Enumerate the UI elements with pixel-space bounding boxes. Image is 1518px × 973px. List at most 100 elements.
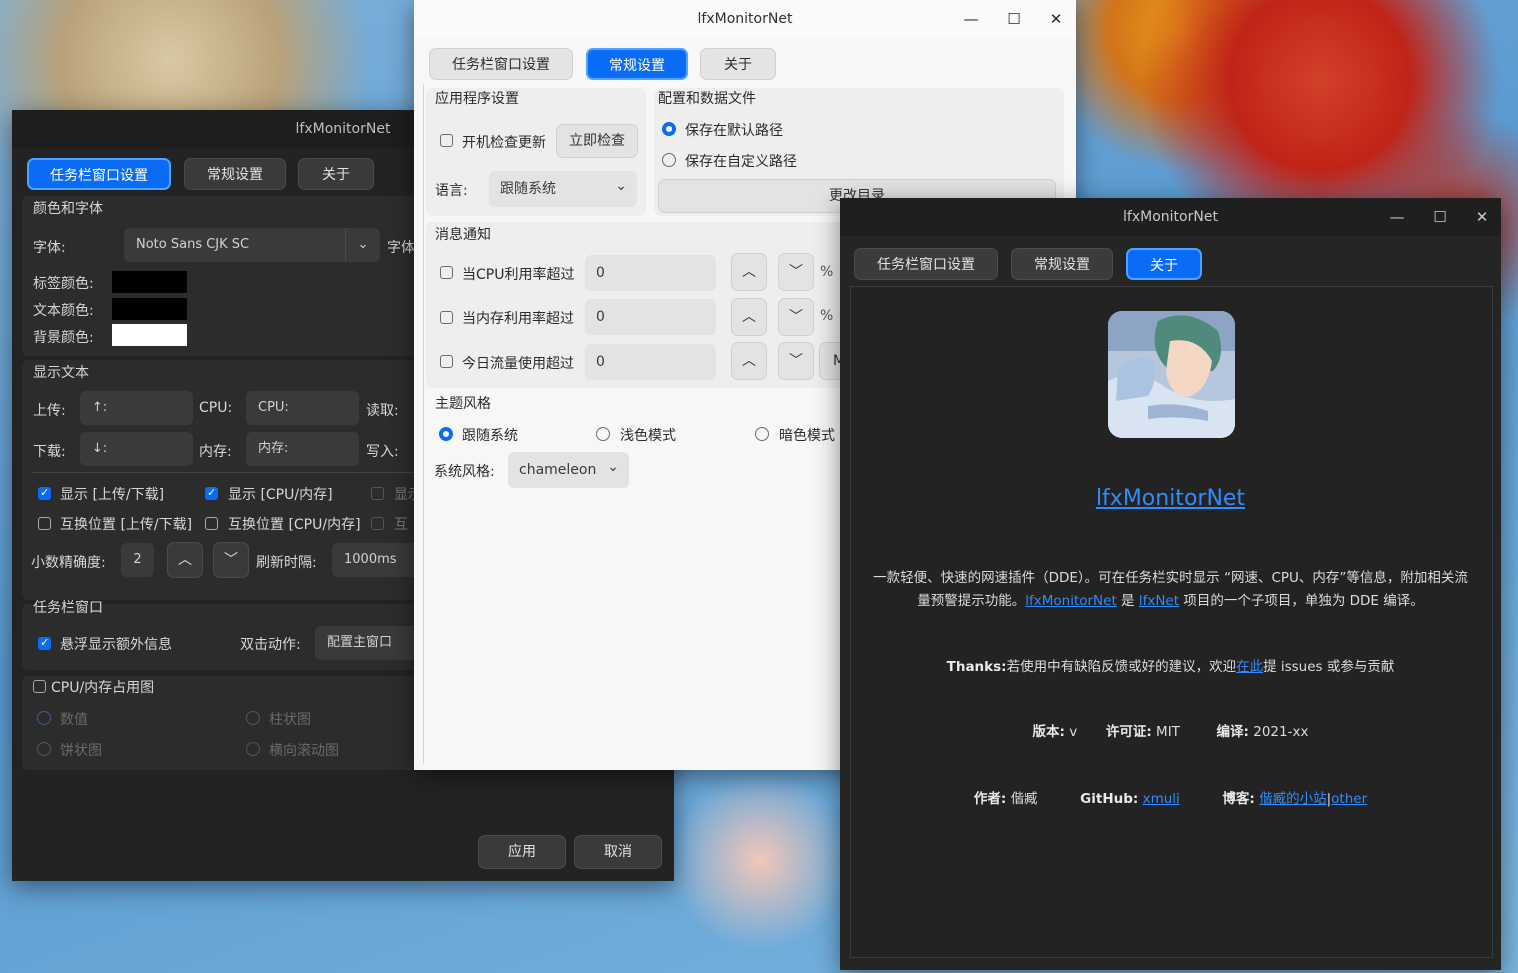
app-name-link[interactable]: lfxMonitorNet: [840, 486, 1501, 511]
style-select[interactable]: chameleon ⌄: [508, 452, 629, 488]
lfxnet-link[interactable]: lfxNet: [1139, 593, 1179, 609]
cpu-down-button[interactable]: ﹀: [778, 253, 814, 291]
theme-light-radio[interactable]: [596, 427, 610, 441]
theme-follow-label: 跟随系统: [462, 428, 518, 444]
opt-pie-radio[interactable]: [37, 742, 51, 756]
opt-bar-radio[interactable]: [246, 711, 260, 725]
github-link[interactable]: xmuli: [1143, 791, 1180, 807]
license-label: 许可证:: [1105, 724, 1152, 740]
decimal-label: 小数精确度:: [31, 555, 106, 571]
mem-over-input[interactable]: 0: [585, 299, 716, 335]
minimize-icon[interactable]: —: [951, 0, 991, 38]
tab-about[interactable]: 关于: [298, 158, 374, 190]
bg-color-swatch[interactable]: [112, 324, 187, 346]
theme-follow-radio[interactable]: [439, 427, 453, 441]
decimal-down-button[interactable]: ﹀: [213, 542, 249, 578]
chart-label: CPU/内存占用图: [51, 680, 155, 696]
font-value: Noto Sans CJK SC: [136, 237, 250, 252]
tab-taskbar-settings[interactable]: 任务栏窗口设置: [854, 248, 998, 280]
desc-text: 项目的一个子项目，单独为 DDE 编译。: [1179, 593, 1424, 609]
mem-over-checkbox[interactable]: [440, 311, 453, 324]
decimal-up-button[interactable]: ︿: [167, 542, 203, 578]
save-custom-label: 保存在自定义路径: [685, 154, 797, 170]
section-title: 配置和数据文件: [658, 91, 756, 107]
mem-input[interactable]: 内存:: [246, 432, 359, 466]
theme-dark-radio[interactable]: [755, 427, 769, 441]
tab-general-settings[interactable]: 常规设置: [184, 158, 286, 190]
tab-about[interactable]: 关于: [1126, 248, 1202, 280]
swap-more-checkbox[interactable]: [371, 517, 384, 530]
tab-general-settings[interactable]: 常规设置: [586, 48, 688, 80]
version-line: 版本: v 许可证: MIT 编译: 2021-xx: [840, 720, 1501, 740]
cpu-over-input[interactable]: 0: [585, 255, 716, 291]
section-title: 主题风格: [435, 396, 491, 412]
maximize-icon[interactable]: ☐: [994, 0, 1034, 38]
show-more-checkbox[interactable]: [371, 487, 384, 500]
divider: [32, 472, 427, 473]
traffic-over-input[interactable]: 0: [585, 344, 716, 380]
save-default-radio[interactable]: [662, 122, 676, 136]
download-input[interactable]: ↓:: [80, 432, 193, 466]
cpu-label: CPU:: [199, 400, 233, 416]
blog-label: 博客:: [1222, 791, 1255, 807]
license-value: MIT: [1156, 724, 1180, 740]
close-icon[interactable]: ✕: [1462, 198, 1501, 236]
maximize-icon[interactable]: ☐: [1420, 198, 1460, 236]
close-icon[interactable]: ✕: [1036, 0, 1076, 38]
issues-link[interactable]: 在此: [1236, 659, 1263, 675]
text-color-swatch[interactable]: [112, 298, 187, 320]
cpu-over-checkbox[interactable]: [440, 266, 453, 279]
hover-info-label: 悬浮显示额外信息: [60, 637, 172, 653]
blog-other-link[interactable]: other: [1331, 791, 1367, 807]
show-cpumem-checkbox[interactable]: [205, 486, 218, 500]
author-label: 作者:: [973, 791, 1007, 807]
opt-number-radio[interactable]: [37, 711, 51, 725]
apply-button[interactable]: 应用: [478, 835, 566, 869]
opt-scroll-label: 横向滚动图: [269, 743, 339, 759]
hover-info-checkbox[interactable]: [38, 636, 51, 650]
cancel-button[interactable]: 取消: [574, 835, 662, 869]
mem-over-label: 当内存利用率超过: [462, 311, 574, 327]
cpu-input[interactable]: CPU:: [246, 391, 359, 425]
save-custom-radio[interactable]: [662, 153, 676, 167]
opt-scroll-radio[interactable]: [246, 742, 260, 756]
section-title: 显示文本: [33, 365, 89, 381]
build-value: 2021-xx: [1253, 724, 1309, 740]
check-update-checkbox[interactable]: [440, 134, 453, 147]
mem-up-button[interactable]: ︿: [731, 298, 767, 336]
chevron-down-icon: ﹀: [789, 309, 803, 325]
style-label: 系统风格:: [434, 464, 495, 480]
tab-taskbar-settings[interactable]: 任务栏窗口设置: [27, 158, 171, 190]
decimal-input[interactable]: 2: [121, 543, 154, 577]
label-color-swatch[interactable]: [112, 271, 187, 293]
lfxmonitornet-link[interactable]: lfxMonitorNet: [1025, 593, 1117, 609]
swap-cpumem-checkbox[interactable]: [205, 517, 218, 530]
thanks-label: Thanks:: [946, 659, 1007, 675]
check-now-button[interactable]: 立即检查: [556, 124, 638, 158]
swap-cpumem-label: 互换位置 [CPU/内存]: [228, 517, 361, 533]
tab-general-settings[interactable]: 常规设置: [1011, 248, 1113, 280]
show-updown-checkbox[interactable]: [38, 486, 51, 500]
font-size-label: 字体: [387, 240, 415, 256]
traffic-up-button[interactable]: ︿: [731, 342, 767, 380]
author-line: 作者: 偕臧 GitHub: xmuli 博客: 偕臧的小站|other: [840, 787, 1501, 807]
mem-down-button[interactable]: ﹀: [778, 298, 814, 336]
language-value: 跟随系统: [500, 181, 556, 197]
language-select[interactable]: 跟随系统 ⌄: [489, 171, 637, 207]
traffic-down-button[interactable]: ﹀: [778, 342, 814, 380]
save-default-label: 保存在默认路径: [685, 123, 783, 139]
upload-input[interactable]: ↑:: [80, 391, 193, 425]
tab-taskbar-settings[interactable]: 任务栏窗口设置: [429, 48, 573, 80]
cpu-up-button[interactable]: ︿: [731, 253, 767, 291]
blog-link[interactable]: 偕臧的小站: [1259, 791, 1327, 807]
font-select[interactable]: Noto Sans CJK SC ⌄: [124, 228, 380, 262]
font-label: 字体:: [33, 240, 66, 256]
check-update-label: 开机检查更新: [462, 135, 546, 151]
swap-updown-checkbox[interactable]: [38, 517, 51, 530]
chart-checkbox[interactable]: [33, 680, 46, 693]
traffic-over-checkbox[interactable]: [440, 355, 453, 368]
app-name[interactable]: lfxMonitorNet: [1096, 486, 1245, 511]
tab-about[interactable]: 关于: [700, 48, 776, 80]
show-updown-label: 显示 [上传/下载]: [60, 487, 165, 503]
minimize-icon[interactable]: —: [1377, 198, 1417, 236]
